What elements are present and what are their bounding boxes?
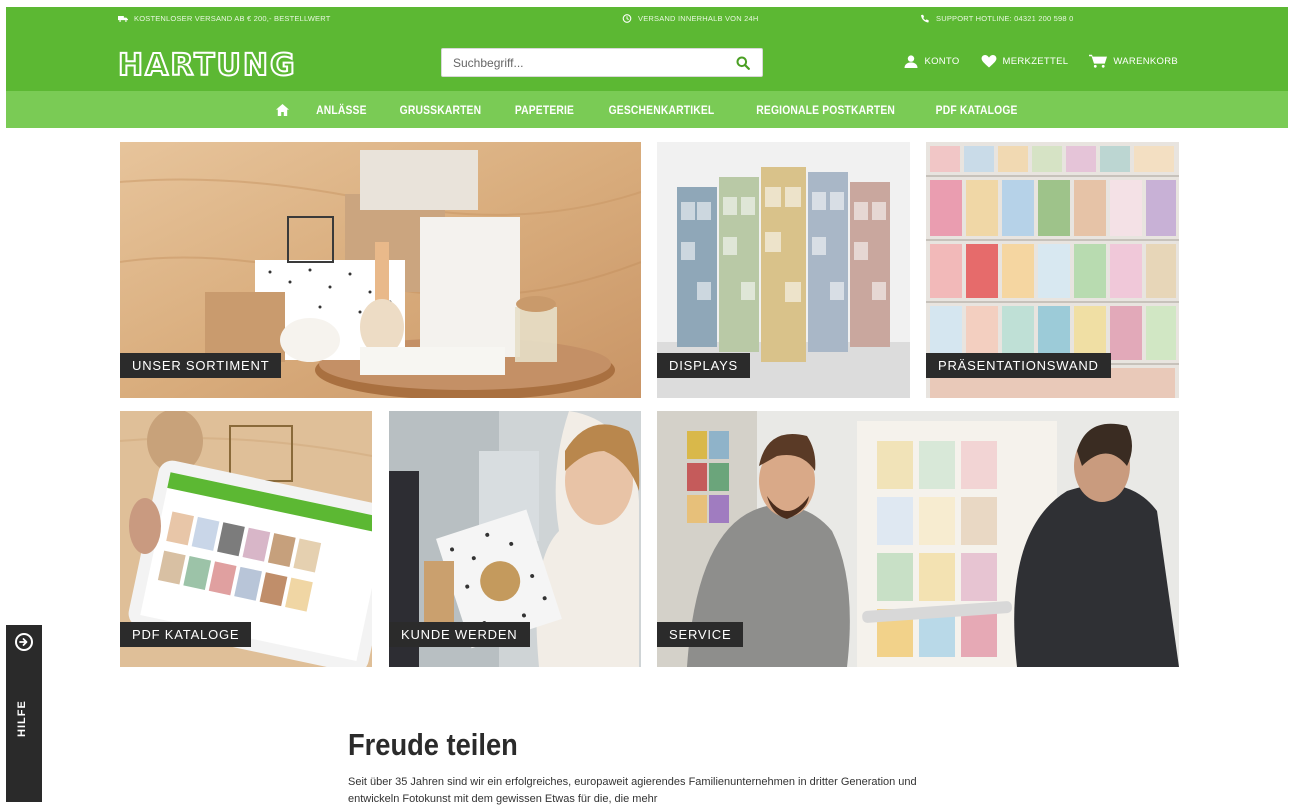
truck-icon xyxy=(118,16,128,22)
usp-delivery-text: VERSAND INNERHALB VON 24H xyxy=(638,14,759,23)
usp-bar: KOSTENLOSER VERSAND AB € 200,- BESTELLWE… xyxy=(6,7,1288,31)
search-box xyxy=(441,48,763,77)
search-icon xyxy=(736,56,750,70)
account-nav: KONTO MERKZETTEL WARENKORB xyxy=(904,54,1178,68)
main-navigation: ANLÄSSE GRUSSKARTEN PAPETERIE GESCHENKAR… xyxy=(6,91,1288,128)
heart-icon xyxy=(981,54,996,68)
intro-text: Seit über 35 Jahren sind wir ein erfolgr… xyxy=(348,776,917,805)
clock-icon xyxy=(622,14,632,23)
tile-service[interactable]: SERVICE xyxy=(657,411,1179,667)
account-label: KONTO xyxy=(924,55,960,67)
cart-icon xyxy=(1089,54,1108,68)
help-tab[interactable]: HILFE xyxy=(6,625,42,802)
hartung-logo[interactable]: HARTUNG xyxy=(117,46,304,86)
page: KOSTENLOSER VERSAND AB € 200,- BESTELLWE… xyxy=(0,0,1290,810)
tile-praesentationswand[interactable]: PRÄSENTATIONSWAND xyxy=(926,142,1179,398)
tile-displays[interactable]: DISPLAYS xyxy=(657,142,910,398)
tile-kunde-werden[interactable]: KUNDE WERDEN xyxy=(389,411,641,667)
wishlist-label: MERKZETTEL xyxy=(1002,55,1069,67)
usp-delivery: VERSAND INNERHALB VON 24H xyxy=(622,14,758,23)
home-link[interactable] xyxy=(276,103,290,117)
usp-hotline: SUPPORT HOTLINE: 04321 200 598 0 xyxy=(920,14,1073,23)
usp-shipping-text: KOSTENLOSER VERSAND AB € 200,- BESTELLWE… xyxy=(134,14,331,23)
nav-item-regionale-postkarten[interactable]: REGIONALE POSTKARTEN xyxy=(757,103,896,117)
nav-item-geschenkartikel[interactable]: GESCHENKARTIKEL xyxy=(609,103,715,117)
tile-pdf-kataloge[interactable]: PDF KATALOGE xyxy=(120,411,372,667)
usp-shipping: KOSTENLOSER VERSAND AB € 200,- BESTELLWE… xyxy=(118,14,331,23)
logo-text: HARTUNG xyxy=(117,47,297,84)
search-button[interactable] xyxy=(724,49,762,76)
tile-caption: UNSER SORTIMENT xyxy=(120,353,282,378)
phone-icon xyxy=(921,14,929,23)
account-link[interactable]: KONTO xyxy=(904,54,960,68)
help-label: HILFE xyxy=(16,700,28,737)
nav-item-pdf-kataloge[interactable]: PDF KATALOGE xyxy=(935,103,1017,117)
tile-caption: PRÄSENTATIONSWAND xyxy=(926,353,1111,378)
tile-sortiment[interactable]: UNSER SORTIMENT xyxy=(120,142,641,398)
home-icon xyxy=(276,103,290,116)
intro-title: Freude teilen xyxy=(348,727,518,762)
usp-hotline-text: SUPPORT HOTLINE: 04321 200 598 0 xyxy=(936,14,1074,23)
tile-caption: KUNDE WERDEN xyxy=(389,622,530,647)
cart-link[interactable]: WARENKORB xyxy=(1089,54,1178,68)
nav-item-papeterie[interactable]: PAPETERIE xyxy=(514,103,573,117)
nav-item-anlaesse[interactable]: ANLÄSSE xyxy=(316,103,367,117)
tile-caption: DISPLAYS xyxy=(657,353,751,378)
site-header: KOSTENLOSER VERSAND AB € 200,- BESTELLWE… xyxy=(6,7,1288,128)
tile-caption: SERVICE xyxy=(657,622,744,647)
nav-item-grusskarten[interactable]: GRUSSKARTEN xyxy=(399,103,481,117)
arrow-right-circle-icon xyxy=(15,633,33,651)
user-icon xyxy=(904,54,918,68)
tile-caption: PDF KATALOGE xyxy=(120,622,252,647)
wishlist-link[interactable]: MERKZETTEL xyxy=(981,54,1069,68)
cart-label: WARENKORB xyxy=(1113,55,1178,67)
search-input[interactable] xyxy=(442,49,722,76)
